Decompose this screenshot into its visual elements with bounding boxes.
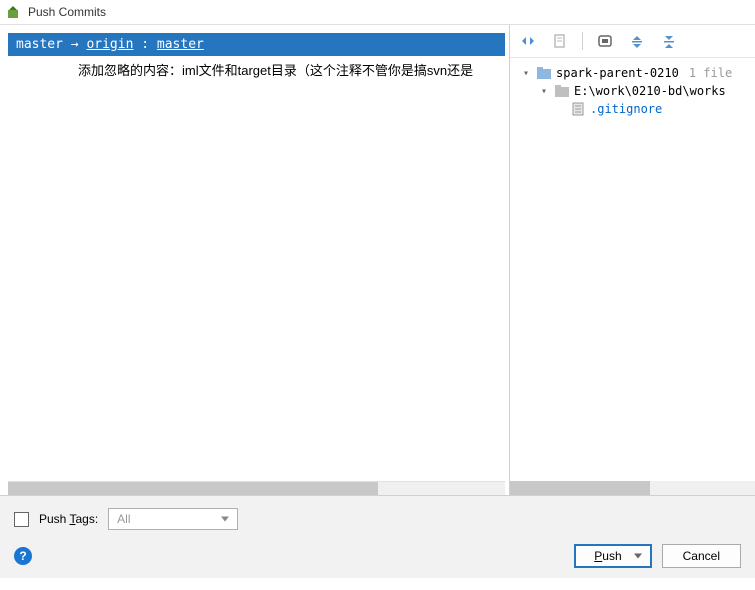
tree-file-row[interactable]: .gitignore [514, 100, 751, 118]
commit-list[interactable]: 添加忽略的内容：iml文件和target目录（这个注释不管你是搞svn还是 [8, 56, 509, 481]
expand-all-icon[interactable] [627, 31, 647, 51]
push-tags-label[interactable]: Push Tags: [39, 512, 98, 526]
scrollbar-thumb[interactable] [8, 482, 378, 495]
revert-icon[interactable] [550, 31, 570, 51]
push-button[interactable]: Push [574, 544, 651, 568]
file-icon [570, 102, 586, 116]
commit-item[interactable]: 添加忽略的内容：iml文件和target目录（这个注释不管你是搞svn还是 [8, 58, 509, 81]
diff-icon[interactable] [518, 31, 538, 51]
file-name: .gitignore [590, 102, 662, 116]
toolbar-separator [582, 32, 583, 50]
tree-root-row[interactable]: ▾ spark-parent-0210 1 file [514, 64, 751, 82]
remote-name[interactable]: origin [86, 37, 133, 52]
tags-combo[interactable]: All [108, 508, 238, 530]
collapse-all-icon[interactable] [659, 31, 679, 51]
tree-folder-row[interactable]: ▾ E:\work\0210-bd\works [514, 82, 751, 100]
project-name: spark-parent-0210 [556, 66, 679, 80]
dialog-footer: Push Tags: All ? Push Cancel [0, 495, 755, 578]
folder-icon [554, 84, 570, 98]
button-row: ? Push Cancel [14, 544, 741, 568]
group-by-icon[interactable] [595, 31, 615, 51]
main-content: master → origin : master 添加忽略的内容：iml文件和t… [0, 25, 755, 495]
git-push-icon [6, 4, 22, 20]
push-tags-checkbox[interactable] [14, 512, 29, 527]
module-icon [536, 66, 552, 80]
titlebar: Push Commits [0, 0, 755, 25]
cancel-button[interactable]: Cancel [662, 544, 741, 568]
files-panel: ▾ spark-parent-0210 1 file ▾ [510, 25, 755, 495]
commits-panel: master → origin : master 添加忽略的内容：iml文件和t… [0, 25, 510, 495]
help-icon[interactable]: ? [14, 547, 32, 565]
file-count: 1 file [689, 66, 732, 80]
window-title: Push Commits [28, 5, 106, 19]
scrollbar-thumb[interactable] [510, 481, 650, 495]
colon: : [141, 37, 149, 52]
files-toolbar [510, 25, 755, 58]
arrow-icon: → [71, 37, 79, 52]
action-buttons: Push Cancel [574, 544, 741, 568]
local-branch: master [16, 37, 63, 52]
file-tree[interactable]: ▾ spark-parent-0210 1 file ▾ [510, 58, 755, 481]
remote-branch[interactable]: master [157, 37, 204, 52]
branch-header[interactable]: master → origin : master [8, 33, 505, 56]
chevron-down-icon[interactable]: ▾ [538, 86, 550, 97]
horizontal-scrollbar[interactable] [510, 481, 755, 495]
folder-path: E:\work\0210-bd\works [574, 84, 726, 98]
chevron-down-icon[interactable]: ▾ [520, 68, 532, 79]
horizontal-scrollbar[interactable] [8, 481, 505, 495]
push-tags-row: Push Tags: All [14, 508, 741, 530]
